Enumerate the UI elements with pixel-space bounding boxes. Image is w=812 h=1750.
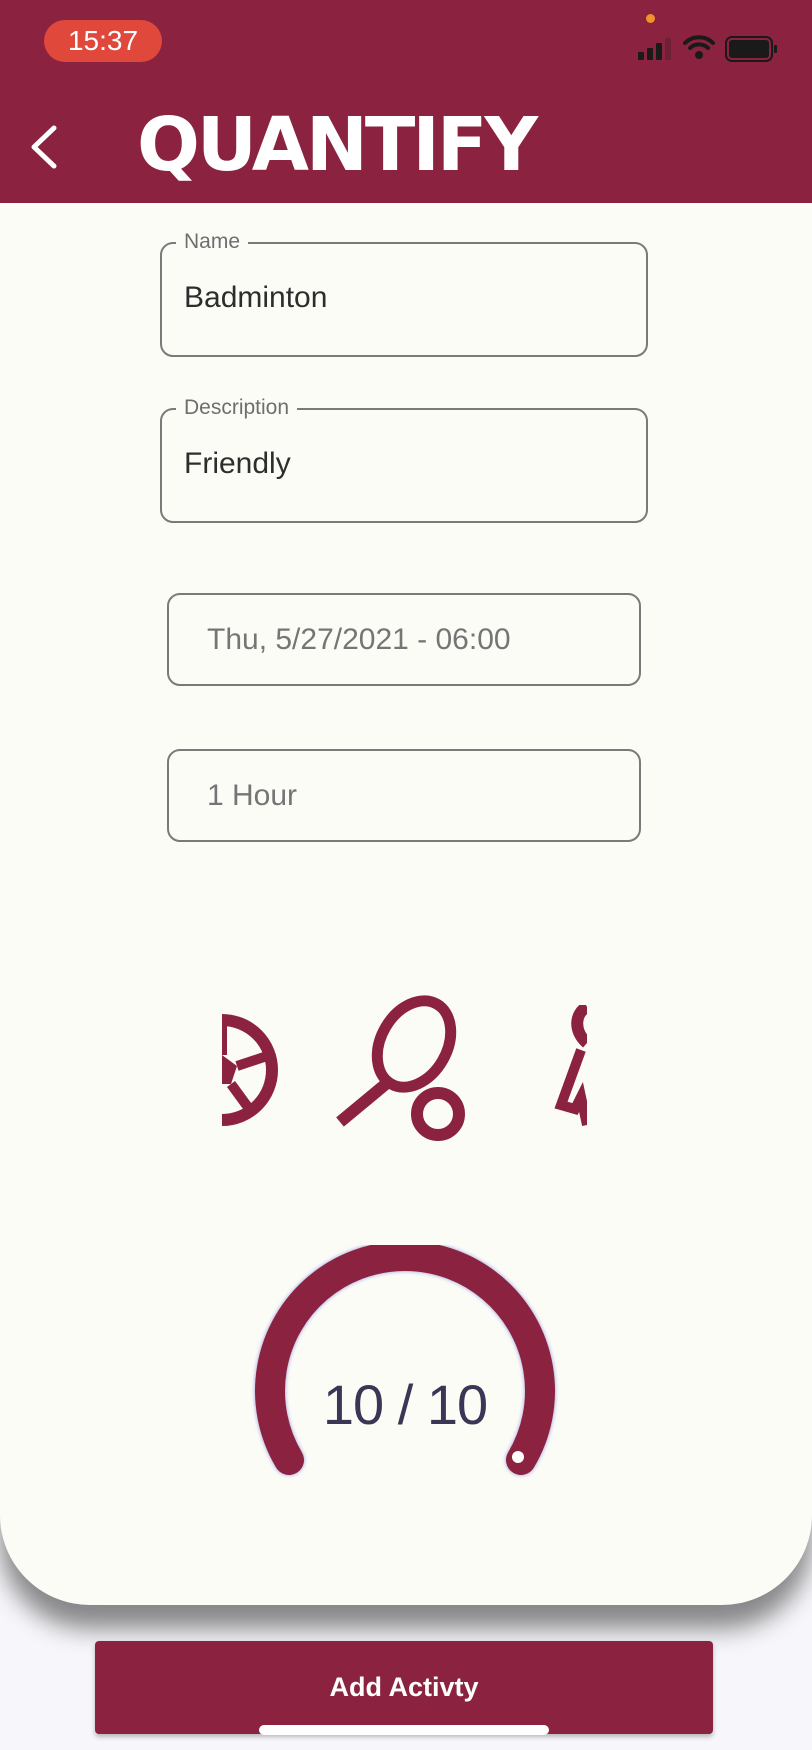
name-field-value[interactable]: Badminton <box>184 280 327 316</box>
wifi-icon <box>683 35 715 59</box>
rating-gauge-handle <box>512 1451 524 1463</box>
activity-icon-carousel[interactable] <box>222 990 587 1150</box>
home-indicator <box>259 1725 549 1735</box>
battery-icon <box>725 36 777 62</box>
name-field[interactable]: Name Badminton <box>160 227 648 357</box>
status-time: 15:37 <box>44 20 162 62</box>
back-chevron-icon[interactable] <box>24 122 64 172</box>
content-card: 15:37 QUANTIFY Name Badminton Descriptio… <box>0 0 812 1605</box>
name-field-label: Name <box>176 227 249 257</box>
privacy-indicator-dot <box>646 14 655 23</box>
add-activity-button[interactable]: Add Activty <box>95 1641 713 1734</box>
app-header: 15:37 QUANTIFY <box>0 0 812 203</box>
cellular-signal-icon <box>638 38 671 60</box>
running-person-icon[interactable] <box>547 1005 587 1130</box>
rating-value: 10 / 10 <box>322 1373 488 1436</box>
description-field[interactable]: Description Friendly <box>160 393 648 523</box>
description-field-label: Description <box>176 393 298 423</box>
duration-picker[interactable]: 1 Hour <box>167 749 641 842</box>
app-title: QUANTIFY <box>137 102 538 188</box>
datetime-picker[interactable]: Thu, 5/27/2021 - 06:00 <box>167 593 641 686</box>
soccer-ball-icon[interactable] <box>222 1010 282 1130</box>
description-field-value[interactable]: Friendly <box>184 446 291 482</box>
badminton-racket-icon[interactable] <box>335 990 475 1150</box>
